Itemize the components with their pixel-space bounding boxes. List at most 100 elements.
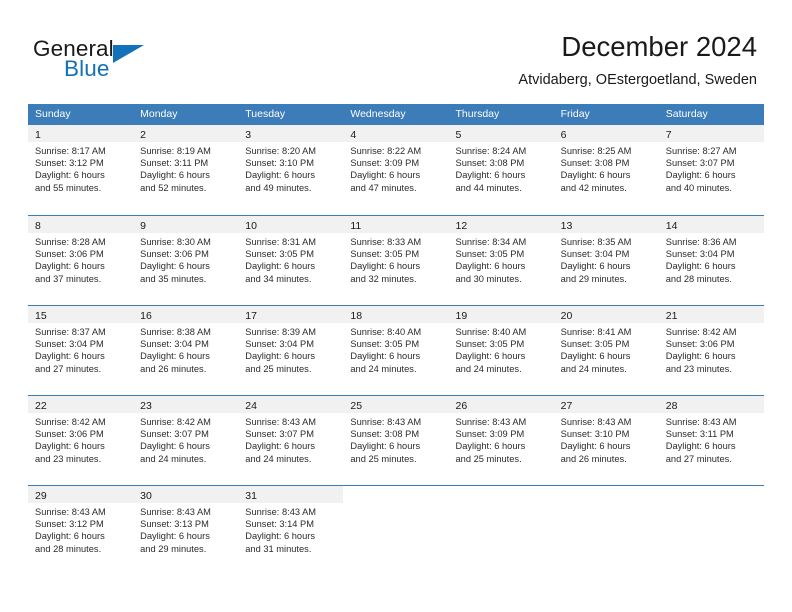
sunset-text: Sunset: 3:12 PM (35, 519, 104, 530)
calendar-week-row: 1 Sunrise: 8:17 AM Sunset: 3:12 PM Daylight… (28, 125, 764, 215)
day-number: 23 (140, 400, 152, 412)
day-number-band: 7 (658, 125, 764, 142)
day-cell-empty (658, 486, 764, 575)
day-number: 1 (35, 129, 41, 141)
sunrise-text: Sunrise: 8:33 AM (350, 237, 422, 247)
day-details: Sunrise: 8:41 AM Sunset: 3:05 PM Daylight:… (554, 323, 659, 375)
day-number-band: 5 (448, 125, 554, 142)
daylight-text-line1: Daylight: 6 hours (665, 170, 736, 181)
day-number: 20 (560, 310, 573, 322)
day-cell-18[interactable]: 18 Sunrise: 8:40 AM Sunset: 3:05 PM Dayligh… (343, 306, 449, 395)
day-number: 30 (140, 490, 152, 502)
day-number: 25 (350, 400, 363, 412)
day-cell-empty (448, 486, 554, 575)
day-cell-30[interactable]: 30 Sunrise: 8:43 AM Sunset: 3:13 PM Dayligh… (133, 486, 239, 575)
day-number-band: 30 (133, 486, 239, 503)
daylight-text-line2: and 30 minutes. (455, 273, 522, 284)
daylight-text-line1: Daylight: 6 hours (350, 170, 421, 181)
day-cell-16[interactable]: 16 Sunrise: 8:38 AM Sunset: 3:04 PM Dayligh… (133, 306, 239, 395)
day-details: Sunrise: 8:33 AM Sunset: 3:05 PM Daylight:… (343, 233, 448, 285)
daylight-text-line2: and 26 minutes. (560, 453, 627, 464)
day-number-band: 21 (658, 306, 764, 323)
daylight-text-line2: and 29 minutes. (140, 543, 207, 554)
sunrise-text: Sunrise: 8:40 AM (455, 327, 527, 337)
day-cell-27[interactable]: 27 Sunrise: 8:43 AM Sunset: 3:10 PM Dayligh… (553, 396, 659, 485)
day-cell-26[interactable]: 26 Sunrise: 8:43 AM Sunset: 3:09 PM Dayligh… (448, 396, 554, 485)
day-details: Sunrise: 8:40 AM Sunset: 3:05 PM Daylight:… (343, 323, 448, 375)
sunset-text: Sunset: 3:05 PM (350, 249, 420, 260)
day-cell-24[interactable]: 24 Sunrise: 8:43 AM Sunset: 3:07 PM Dayligh… (238, 396, 344, 485)
sunrise-text: Sunrise: 8:43 AM (245, 417, 317, 427)
day-cell-19[interactable]: 19 Sunrise: 8:40 AM Sunset: 3:05 PM Dayligh… (448, 306, 554, 395)
day-details: Sunrise: 8:28 AM Sunset: 3:06 PM Daylight:… (28, 233, 133, 285)
day-details: Sunrise: 8:19 AM Sunset: 3:11 PM Daylight:… (133, 142, 238, 194)
calendar-page: General Blue December 2024 Atvidaberg, O… (0, 0, 792, 612)
day-cell-22[interactable]: 22 Sunrise: 8:42 AM Sunset: 3:06 PM Dayligh… (28, 396, 134, 485)
day-number-band: 31 (238, 486, 344, 503)
day-details: Sunrise: 8:17 AM Sunset: 3:12 PM Daylight:… (28, 142, 133, 194)
day-cell-23[interactable]: 23 Sunrise: 8:42 AM Sunset: 3:07 PM Dayligh… (133, 396, 239, 485)
daylight-text-line2: and 24 minutes. (560, 363, 627, 374)
day-cell-11[interactable]: 11 Sunrise: 8:33 AM Sunset: 3:05 PM Dayligh… (343, 216, 449, 305)
day-cell-7[interactable]: 7 Sunrise: 8:27 AM Sunset: 3:07 PM Daylight… (658, 125, 764, 215)
day-number: 13 (560, 220, 573, 232)
day-cell-17[interactable]: 17 Sunrise: 8:39 AM Sunset: 3:04 PM Dayligh… (238, 306, 344, 395)
logo-text-blue: Blue (64, 56, 110, 81)
day-cell-8[interactable]: 8 Sunrise: 8:28 AM Sunset: 3:06 PM Daylight… (28, 216, 134, 305)
sunrise-text: Sunrise: 8:28 AM (35, 237, 106, 247)
sunrise-text: Sunrise: 8:41 AM (560, 327, 632, 337)
day-cell-10[interactable]: 10 Sunrise: 8:31 AM Sunset: 3:05 PM Dayligh… (238, 216, 344, 305)
sunset-text: Sunset: 3:06 PM (35, 249, 104, 260)
day-cell-12[interactable]: 12 Sunrise: 8:34 AM Sunset: 3:05 PM Dayligh… (448, 216, 554, 305)
day-cell-4[interactable]: 4 Sunrise: 8:22 AM Sunset: 3:09 PM Daylight… (343, 125, 449, 215)
day-cell-2[interactable]: 2 Sunrise: 8:19 AM Sunset: 3:11 PM Daylight… (133, 125, 239, 215)
day-details: Sunrise: 8:42 AM Sunset: 3:06 PM Daylight:… (28, 413, 133, 465)
day-cell-29[interactable]: 29 Sunrise: 8:43 AM Sunset: 3:12 PM Dayligh… (28, 486, 134, 575)
day-number: 27 (560, 400, 573, 412)
day-number: 7 (665, 129, 672, 141)
sunset-text: Sunset: 3:08 PM (560, 158, 630, 169)
day-cell-31[interactable]: 31 Sunrise: 8:43 AM Sunset: 3:14 PM Dayligh… (238, 486, 344, 575)
sunset-text: Sunset: 3:08 PM (455, 158, 525, 169)
sunset-text: Sunset: 3:07 PM (245, 429, 314, 440)
sunset-text: Sunset: 3:05 PM (350, 339, 420, 350)
day-cell-15[interactable]: 15 Sunrise: 8:37 AM Sunset: 3:04 PM Dayligh… (28, 306, 134, 395)
day-details: Sunrise: 8:34 AM Sunset: 3:05 PM Daylight:… (449, 233, 554, 285)
day-cell-3[interactable]: 3 Sunrise: 8:20 AM Sunset: 3:10 PM Daylight… (238, 125, 344, 215)
daylight-text-line2: and 44 minutes. (455, 182, 522, 193)
weekday-header-thursday: Thursday (455, 108, 500, 120)
day-number: 16 (140, 310, 152, 322)
day-number-band: 20 (553, 306, 659, 323)
daylight-text-line1: Daylight: 6 hours (560, 261, 631, 272)
day-number-band: 26 (448, 396, 554, 413)
day-cell-9[interactable]: 9 Sunrise: 8:30 AM Sunset: 3:06 PM Daylight… (133, 216, 239, 305)
day-cell-20[interactable]: 20 Sunrise: 8:41 AM Sunset: 3:05 PM Dayligh… (553, 306, 659, 395)
day-number: 22 (35, 400, 47, 412)
sunrise-text: Sunrise: 8:20 AM (245, 146, 317, 156)
sunset-text: Sunset: 3:04 PM (665, 249, 735, 260)
day-cell-28[interactable]: 28 Sunrise: 8:43 AM Sunset: 3:11 PM Dayligh… (658, 396, 764, 485)
day-cell-13[interactable]: 13 Sunrise: 8:35 AM Sunset: 3:04 PM Dayligh… (553, 216, 659, 305)
day-cell-5[interactable]: 5 Sunrise: 8:24 AM Sunset: 3:08 PM Daylight… (448, 125, 554, 215)
sunrise-text: Sunrise: 8:37 AM (35, 327, 106, 337)
day-cell-21[interactable]: 21 Sunrise: 8:42 AM Sunset: 3:06 PM Dayligh… (658, 306, 764, 395)
day-details: Sunrise: 8:43 AM Sunset: 3:14 PM Daylight:… (238, 503, 343, 555)
day-cell-25[interactable]: 25 Sunrise: 8:43 AM Sunset: 3:08 PM Dayligh… (343, 396, 449, 485)
daylight-text-line2: and 26 minutes. (140, 363, 207, 374)
day-details: Sunrise: 8:40 AM Sunset: 3:05 PM Daylight:… (449, 323, 554, 375)
day-details: Sunrise: 8:43 AM Sunset: 3:10 PM Daylight:… (554, 413, 659, 465)
sunset-text: Sunset: 3:09 PM (350, 158, 420, 169)
sunrise-text: Sunrise: 8:24 AM (455, 146, 527, 156)
page-header: General Blue December 2024 Atvidaberg, O… (0, 0, 792, 100)
day-details: Sunrise: 8:42 AM Sunset: 3:06 PM Daylight:… (659, 323, 764, 375)
daylight-text-line2: and 34 minutes. (245, 273, 312, 284)
day-number: 5 (455, 129, 462, 141)
sunrise-text: Sunrise: 8:42 AM (35, 417, 106, 427)
day-cell-1[interactable]: 1 Sunrise: 8:17 AM Sunset: 3:12 PM Daylight… (28, 125, 134, 215)
day-details: Sunrise: 8:20 AM Sunset: 3:10 PM Daylight:… (238, 142, 343, 194)
sunset-text: Sunset: 3:09 PM (455, 429, 525, 440)
general-blue-logo[interactable]: General Blue (33, 36, 233, 88)
day-number: 14 (665, 220, 678, 232)
day-cell-6[interactable]: 6 Sunrise: 8:25 AM Sunset: 3:08 PM Daylight… (553, 125, 659, 215)
day-cell-14[interactable]: 14 Sunrise: 8:36 AM Sunset: 3:04 PM Dayligh… (658, 216, 764, 305)
